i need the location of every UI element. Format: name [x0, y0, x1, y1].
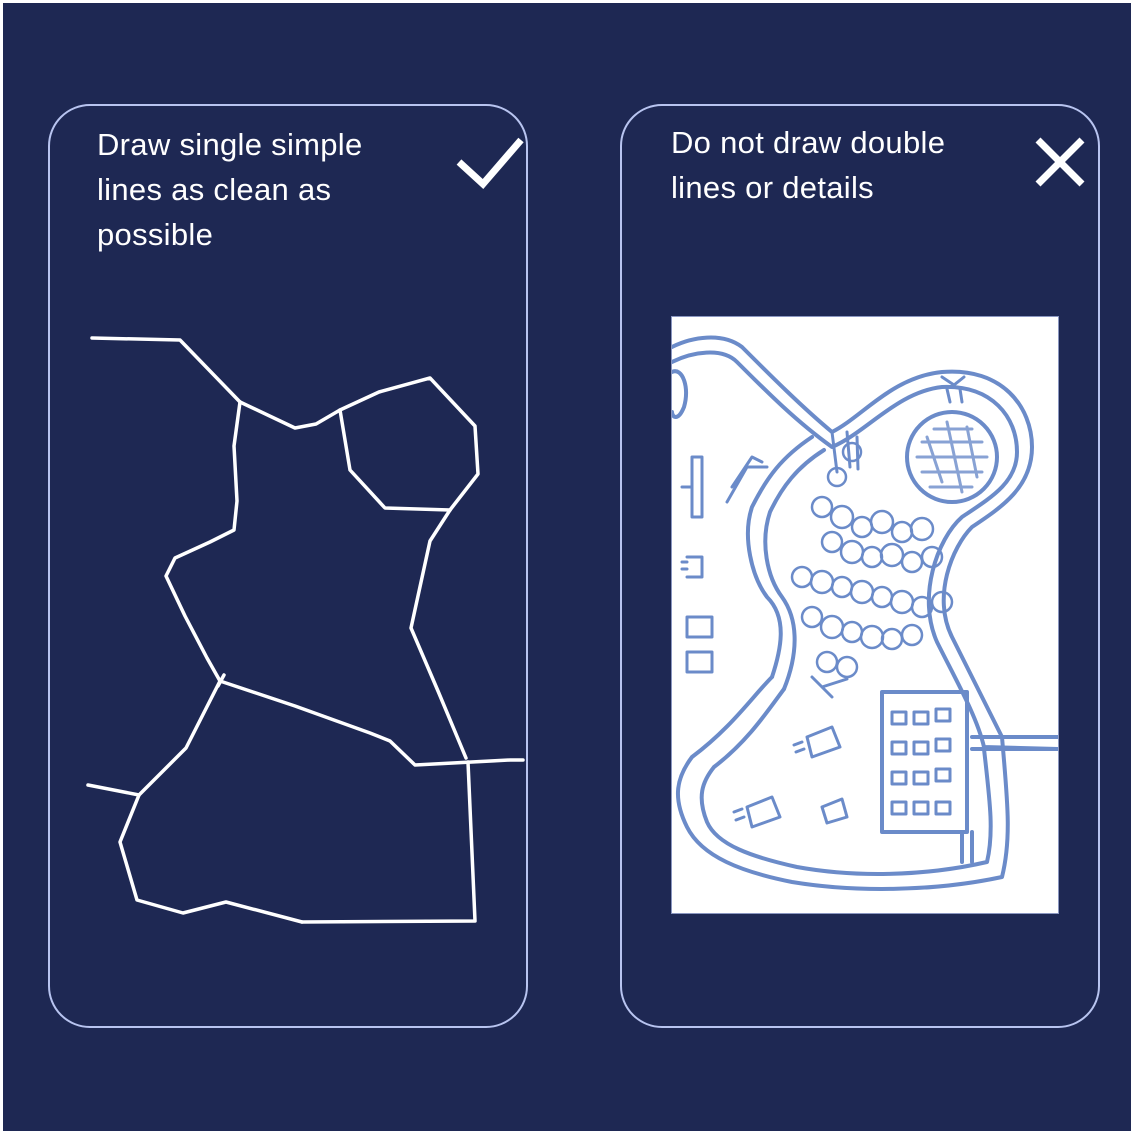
dont-instruction-text: Do not draw double lines or details: [671, 125, 946, 205]
clean-line-drawing: [86, 336, 525, 924]
sketch-line-left-spur: [86, 783, 141, 797]
sketch-line-right-lower: [300, 760, 477, 924]
sketch-line-right-side: [409, 508, 468, 760]
sketch-line-inner-loop: [338, 408, 452, 512]
sketch-line-middle: [218, 679, 525, 767]
sketch-line-left-upper: [164, 400, 242, 683]
canvas: Draw single simple lines as clean as pos…: [0, 0, 1134, 1134]
messy-sketch-drawing: [672, 335, 1058, 891]
dont-card: Do not draw double lines or details: [620, 104, 1100, 1028]
do-card: Draw single simple lines as clean as pos…: [48, 104, 528, 1028]
sketch-line-lower-left: [118, 679, 304, 924]
sketch-line-top: [90, 336, 242, 404]
cross-icon: [1035, 137, 1085, 187]
instruction-board: Draw single simple lines as clean as pos…: [3, 3, 1131, 1131]
sketch-line-shoulder: [238, 376, 480, 512]
messy-sketch-photo: [671, 316, 1059, 914]
